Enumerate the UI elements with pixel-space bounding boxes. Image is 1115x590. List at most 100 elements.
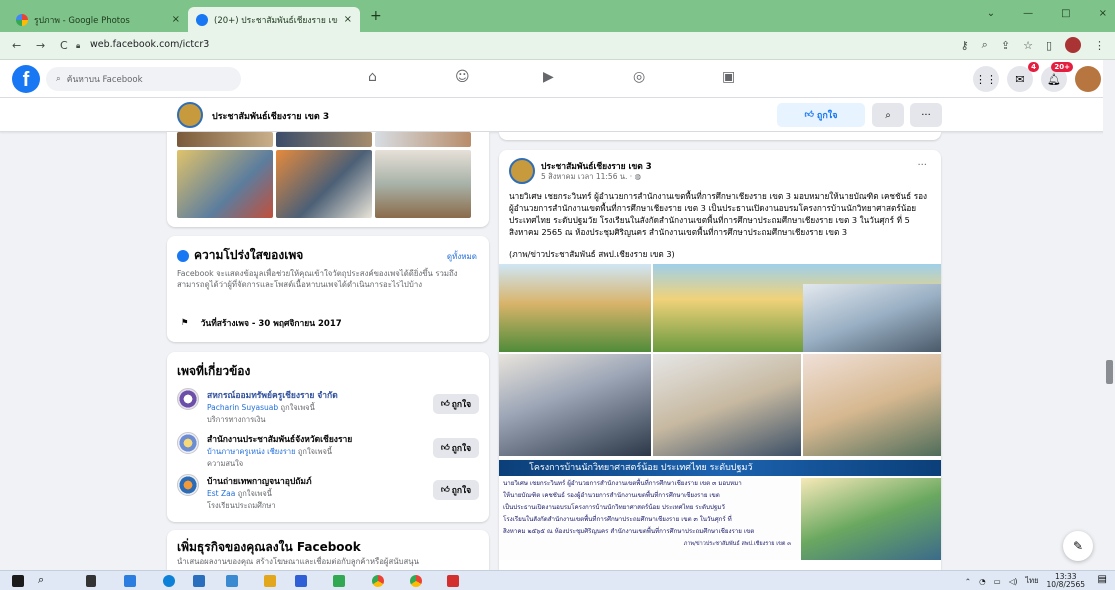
search-icon[interactable]: ⌕ (38, 573, 44, 587)
page-scrollbar-thumb[interactable] (1106, 360, 1113, 384)
search-placeholder: ค้นหาบน Facebook (66, 75, 143, 85)
related-page-name[interactable]: บ้านถ่ายเทพกาญจนาอุปถัมภ์ (207, 474, 312, 488)
menu-grid-icon[interactable]: ⋮⋮ (973, 66, 999, 92)
home-icon[interactable]: ⌂ (368, 69, 377, 85)
post-more-button[interactable]: ··· (917, 160, 927, 171)
share-icon[interactable]: ⇪ (1001, 39, 1010, 52)
related-category: ความสนใจ (207, 459, 244, 468)
back-button[interactable]: ← (12, 39, 21, 52)
key-icon[interactable]: ⚷ (961, 39, 969, 52)
browser-tab-bar: รูปภาพ - Google Photos × (20+) ประชาสัมพ… (0, 0, 1115, 32)
start-icon[interactable] (12, 575, 24, 587)
input-language[interactable]: ไทย (1025, 575, 1038, 587)
photo-thumbnail[interactable] (177, 150, 273, 218)
notifications-icon[interactable]: 🔔︎ 20+ (1041, 62, 1073, 92)
photo-thumbnail[interactable] (276, 132, 372, 147)
page-name[interactable]: ประชาสัมพันธ์เชียงราย เขต 3 (212, 109, 329, 123)
see-all-link[interactable]: ดูทั้งหมด (447, 250, 477, 263)
tab-facebook[interactable]: (20+) ประชาสัมพันธ์เชียงราย เขต 3 | × (188, 7, 360, 32)
edit-icon: ✎ (1072, 539, 1084, 553)
app-icon[interactable] (226, 575, 238, 587)
new-tab-button[interactable]: + (370, 8, 382, 24)
post-time-row: 5 สิงหาคม เวลา 11:56 น. · ◍ (541, 171, 641, 183)
new-message-button[interactable]: ✎ (1063, 531, 1093, 561)
page-more-button[interactable]: ··· (910, 103, 942, 127)
related-page-avatar (177, 474, 199, 496)
related-pages-card: เพจที่เกี่ยวข้อง สหกรณ์ออมทรัพย์ครูเชียง… (167, 352, 489, 522)
maximize-button[interactable]: □ (1061, 8, 1070, 19)
photos-card (167, 132, 489, 227)
close-tab-icon[interactable]: × (344, 14, 352, 25)
globe-icon: ◍ (634, 172, 642, 181)
gaming-icon[interactable]: ▣ (722, 69, 735, 85)
watch-icon[interactable]: ▶ (543, 69, 554, 85)
related-category: โรงเรียนประถมศึกษา (207, 501, 276, 510)
reload-button[interactable]: C (60, 39, 68, 52)
clock[interactable]: 13:33 10/8/2565 (1047, 573, 1085, 589)
page-avatar[interactable] (177, 102, 203, 128)
photo-thumbnail[interactable] (375, 132, 471, 147)
related-liked-by[interactable]: บ้านภาษาครูเหน่ง เชียงราย (207, 447, 295, 456)
related-like-button[interactable]: 👍︎ ถูกใจ (433, 480, 479, 500)
bookmark-star-icon[interactable]: ☆ (1023, 39, 1033, 52)
photos-app-icon[interactable] (193, 575, 205, 587)
file-explorer-icon[interactable] (264, 575, 276, 587)
chrome-icon[interactable] (410, 575, 422, 587)
profile-icon[interactable] (1065, 37, 1081, 53)
system-tray: ⌃ ◔ ▭ ◁) ไทย 13:33 10/8/2565 (965, 573, 1085, 589)
account-avatar[interactable] (1075, 66, 1101, 92)
page-scrollbar-track[interactable] (1103, 60, 1115, 570)
search-icon: ⌕ (56, 74, 61, 84)
banner-photo (499, 264, 651, 352)
photo-thumbnail[interactable] (177, 132, 273, 147)
photo-thumbnail[interactable] (276, 150, 372, 218)
friends-icon[interactable]: ☺ (455, 69, 470, 85)
meeting-photo (803, 354, 941, 456)
post-author-avatar[interactable] (509, 158, 535, 184)
related-liked-by[interactable]: Pacharin Suyasuab (207, 403, 278, 412)
app-icon[interactable] (295, 575, 307, 587)
page-search-button[interactable]: ⌕ (872, 103, 904, 127)
app-icon[interactable] (333, 575, 345, 587)
related-liked-by[interactable]: Est Zaa (207, 489, 235, 498)
sidepanel-icon[interactable]: ▯ (1046, 39, 1052, 52)
address-bar: ← → C 🔒︎ web.facebook.com/ictcr3 ⚷ ⌕ ⇪ ☆… (0, 32, 1115, 60)
notification-center-icon[interactable]: ▤ (1098, 574, 1107, 585)
photo-thumbnail[interactable] (375, 150, 471, 218)
groups-icon[interactable]: ◎ (633, 69, 645, 85)
app-icon[interactable] (124, 575, 136, 587)
related-like-button[interactable]: 👍︎ ถูกใจ (433, 438, 479, 458)
menu-icon[interactable]: ⋮ (1094, 39, 1105, 52)
volume-icon[interactable]: ◁) (1009, 577, 1018, 586)
forward-button[interactable]: → (36, 39, 45, 52)
related-liked-suffix: ถูกใจเพจนี้ (235, 489, 272, 498)
network-icon[interactable]: ◔ (979, 577, 986, 586)
tab-title: รูปภาพ - Google Photos (34, 15, 130, 26)
pdf-reader-icon[interactable] (447, 575, 459, 587)
related-page-name[interactable]: สหกรณ์ออมทรัพย์ครูเชียงราย จำกัด (207, 388, 338, 402)
task-view-icon[interactable] (86, 575, 96, 587)
tab-search-button[interactable]: ⌄ (987, 8, 995, 19)
post-time[interactable]: 5 สิงหาคม เวลา 11:56 น. · (541, 172, 635, 181)
close-window-button[interactable]: × (1099, 8, 1107, 19)
lock-icon: 🔒︎ (76, 41, 81, 50)
caption-line: เป็นประธานเปิดงานอบรมโครงการบ้านนักวิทยา… (503, 504, 725, 511)
tab-google-photos[interactable]: รูปภาพ - Google Photos × (8, 7, 188, 32)
related-like-button[interactable]: 👍︎ ถูกใจ (433, 394, 479, 414)
messenger-icon[interactable]: ✉ 4 (1007, 62, 1039, 92)
facebook-tab-icon (196, 13, 208, 26)
flag-icon: ⚑ (181, 318, 189, 328)
edge-icon[interactable] (163, 575, 175, 587)
facebook-search-input[interactable]: ⌕ ค้นหาบน Facebook (46, 67, 241, 91)
tray-chevron-icon[interactable]: ⌃ (965, 577, 971, 586)
zoom-icon[interactable]: ⌕ (982, 38, 988, 52)
related-page-name[interactable]: สำนักงานประชาสัมพันธ์จังหวัดเชียงราย (207, 432, 352, 446)
post-image[interactable]: โครงการบ้านนักวิทยาศาสตร์น้อย ประเทศไทย … (499, 264, 941, 570)
close-tab-icon[interactable]: × (172, 14, 180, 25)
facebook-logo[interactable]: f (12, 65, 40, 93)
url-field[interactable]: web.facebook.com/ictcr3 (90, 39, 209, 50)
minimize-button[interactable]: — (1023, 8, 1033, 19)
page-like-button[interactable]: 👍︎ ถูกใจ (777, 103, 865, 127)
chrome-icon[interactable] (372, 575, 384, 587)
battery-icon[interactable]: ▭ (994, 577, 1001, 586)
